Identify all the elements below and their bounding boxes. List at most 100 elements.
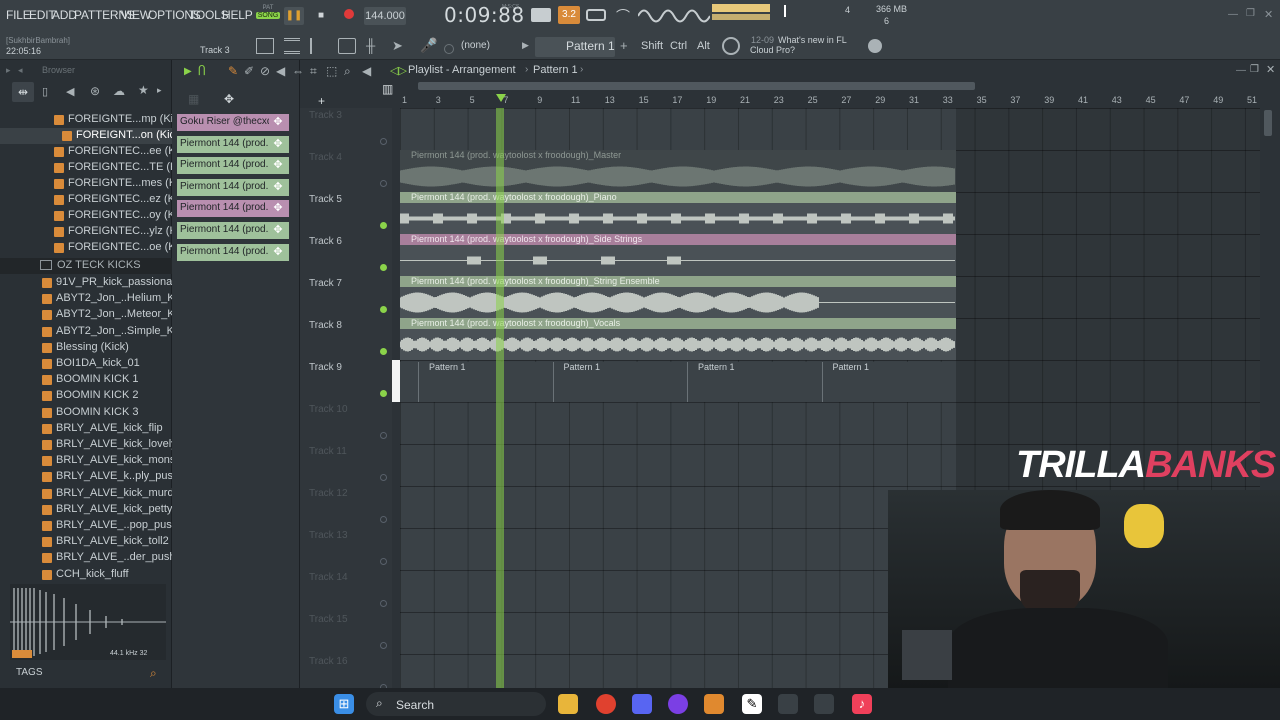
track-name[interactable]: Track 10: [309, 404, 348, 415]
tags-label[interactable]: TAGS: [16, 667, 42, 678]
windows-start-icon[interactable]: ⊞: [334, 694, 354, 714]
pattern-clip[interactable]: Pattern 1: [552, 362, 687, 402]
track-name[interactable]: Track 14: [309, 572, 348, 583]
browser-file-item[interactable]: CCH_kick_fluff: [0, 567, 172, 583]
chrome-icon[interactable]: [596, 694, 616, 714]
pause-button[interactable]: ❚❚: [284, 7, 304, 25]
plugin-icon[interactable]: ╫: [366, 38, 382, 54]
browser-star-icon[interactable]: ★: [138, 83, 149, 97]
browser-file-item[interactable]: BOOMIN KICK 2: [0, 388, 172, 404]
track-options-icon[interactable]: ▥: [382, 82, 393, 96]
mute-tool-icon[interactable]: ◀: [276, 64, 285, 78]
select-tool-icon[interactable]: ⬚: [326, 64, 337, 78]
browser-file-item[interactable]: FOREIGNTEC...ee (Kick): [0, 144, 193, 160]
fl-studio-icon[interactable]: [704, 694, 724, 714]
loop-icon[interactable]: [586, 9, 606, 21]
track-mute-led[interactable]: [380, 348, 387, 355]
track-mute-led[interactable]: [380, 180, 387, 187]
playlist-icon[interactable]: [256, 38, 274, 54]
track-name[interactable]: Track 5: [309, 194, 342, 205]
track-name[interactable]: Track 12: [309, 488, 348, 499]
track-mute-led[interactable]: [380, 558, 387, 565]
track-name[interactable]: Track 7: [309, 278, 342, 289]
record-source-select[interactable]: (none): [461, 40, 490, 51]
track-mute-led[interactable]: [380, 390, 387, 397]
track-mute-led[interactable]: [380, 642, 387, 649]
slice-tool-icon[interactable]: ⌗: [310, 64, 317, 79]
track-mute-led[interactable]: [380, 222, 387, 229]
browser-file-item[interactable]: ABYT2_Jon_..Simple_Kick: [0, 324, 187, 340]
browser-menu-arrow-icon[interactable]: ▸: [6, 65, 11, 76]
snap-selector[interactable]: 3.2: [558, 6, 580, 24]
mic-icon[interactable]: 🎤: [420, 37, 437, 54]
pencil-tool-icon[interactable]: ✎: [228, 64, 238, 78]
browser-file-item[interactable]: ABYT2_Jon_..Meteor_Kick: [0, 307, 188, 323]
channel-move-icon[interactable]: ✥: [269, 178, 287, 196]
app-gear-icon[interactable]: [778, 694, 798, 714]
playback-tool-icon[interactable]: ◀: [362, 64, 371, 78]
browser-file-item[interactable]: BOOMIN KICK 3: [0, 405, 172, 421]
browser-file-item[interactable]: 91V_PR_kick_passionate: [0, 275, 181, 291]
piano-icon[interactable]: [531, 8, 551, 22]
maximize-button[interactable]: ❐: [1246, 8, 1255, 19]
browser-file-item[interactable]: BRLY_ALVE_k..ply_pushed: [0, 469, 191, 485]
file-explorer-icon[interactable]: [558, 694, 578, 714]
track-name[interactable]: Track 6: [309, 236, 342, 247]
track-name[interactable]: Track 15: [309, 614, 348, 625]
audio-clip[interactable]: Piermont 144 (prod. waytoolost x froodou…: [400, 276, 956, 318]
playlist-minimize-button[interactable]: —: [1236, 65, 1246, 76]
browser-file-item[interactable]: FOREIGNTEC...ez (Kick): [0, 192, 192, 208]
browser-next-icon[interactable]: ▸: [157, 85, 162, 96]
track-mute-led[interactable]: [380, 138, 387, 145]
track-name[interactable]: Track 9: [309, 362, 342, 373]
tempo-display[interactable]: 144.000: [364, 7, 406, 25]
browser-plugin-icon[interactable]: ⊛: [90, 84, 100, 98]
track-name[interactable]: Track 3: [309, 110, 342, 121]
channel-move-icon[interactable]: ✥: [269, 114, 287, 131]
vertical-scrollbar[interactable]: [1264, 110, 1272, 136]
track-mute-led[interactable]: [380, 432, 387, 439]
browser-collapse-icon[interactable]: ◂: [18, 65, 23, 76]
channel-rack-icon[interactable]: [284, 38, 300, 54]
pattern-clip[interactable]: Pattern 1: [687, 362, 821, 402]
track-mute-led[interactable]: [380, 306, 387, 313]
apple-music-icon[interactable]: ♪: [852, 694, 872, 714]
piano-roll-icon[interactable]: [310, 38, 328, 54]
playlist-maximize-button[interactable]: ❐: [1250, 64, 1259, 75]
zoom-tool-icon[interactable]: ⌕: [344, 64, 351, 79]
track-mute-led[interactable]: [380, 264, 387, 271]
magnet-icon[interactable]: Ⴖ: [198, 64, 206, 78]
stop-button[interactable]: ■: [312, 7, 330, 25]
track-name[interactable]: Track 4: [309, 152, 342, 163]
playlist-pattern-crumb[interactable]: Pattern 1: [533, 64, 578, 76]
news-icon[interactable]: [722, 37, 740, 55]
browser-file-item[interactable]: BRLY_ALVE_kick_petty: [0, 502, 172, 518]
menu-view[interactable]: VIEW: [121, 8, 151, 22]
browser-file-item[interactable]: FOREIGNTEC...ylz (Kick): [0, 224, 194, 240]
browser-file-item[interactable]: FOREIGNTEC...TE (Kick): [0, 160, 195, 176]
browser-file-item[interactable]: FOREIGNTE...mp (Kick): [0, 112, 188, 128]
browser-file-item[interactable]: FOREIGNTE...mes (Kick): [0, 176, 193, 192]
playlist-play-icon[interactable]: ◁▷: [390, 64, 407, 77]
pat-song-toggle[interactable]: PAT SONG: [256, 5, 280, 27]
pattern-selector[interactable]: Pattern 1: [535, 37, 615, 57]
audio-clip[interactable]: Piermont 144 (prod. waytoolost x froodou…: [400, 192, 956, 234]
capcut-icon[interactable]: ✎: [742, 694, 762, 714]
mixer-icon[interactable]: [338, 38, 356, 54]
browser-file-item[interactable]: BRLY_ALVE_kick_toll2: [0, 534, 172, 550]
record-button[interactable]: [340, 7, 358, 25]
browser-file-item[interactable]: BRLY_ALVE_kick_lovely: [0, 437, 177, 453]
app-triangle-icon[interactable]: [668, 694, 688, 714]
play-arrow-icon[interactable]: ➤: [392, 38, 403, 54]
app-controller-icon[interactable]: [814, 694, 834, 714]
horizontal-scrollbar[interactable]: [418, 82, 975, 90]
pattern-clip[interactable]: Pattern 1: [821, 362, 956, 402]
delete-tool-icon[interactable]: ⊘: [260, 64, 270, 78]
channel-move-icon[interactable]: ✥: [269, 222, 287, 239]
audio-clip[interactable]: Piermont 144 (prod. waytoolost x froodou…: [400, 318, 956, 360]
slip-tool-icon[interactable]: ⇔: [292, 64, 304, 78]
minimize-button[interactable]: —: [1228, 9, 1238, 20]
add-pattern-icon[interactable]: +: [620, 38, 628, 53]
menu-file[interactable]: FILE: [6, 8, 31, 22]
audio-clip[interactable]: Piermont 144 (prod. waytoolost x froodou…: [400, 234, 956, 276]
